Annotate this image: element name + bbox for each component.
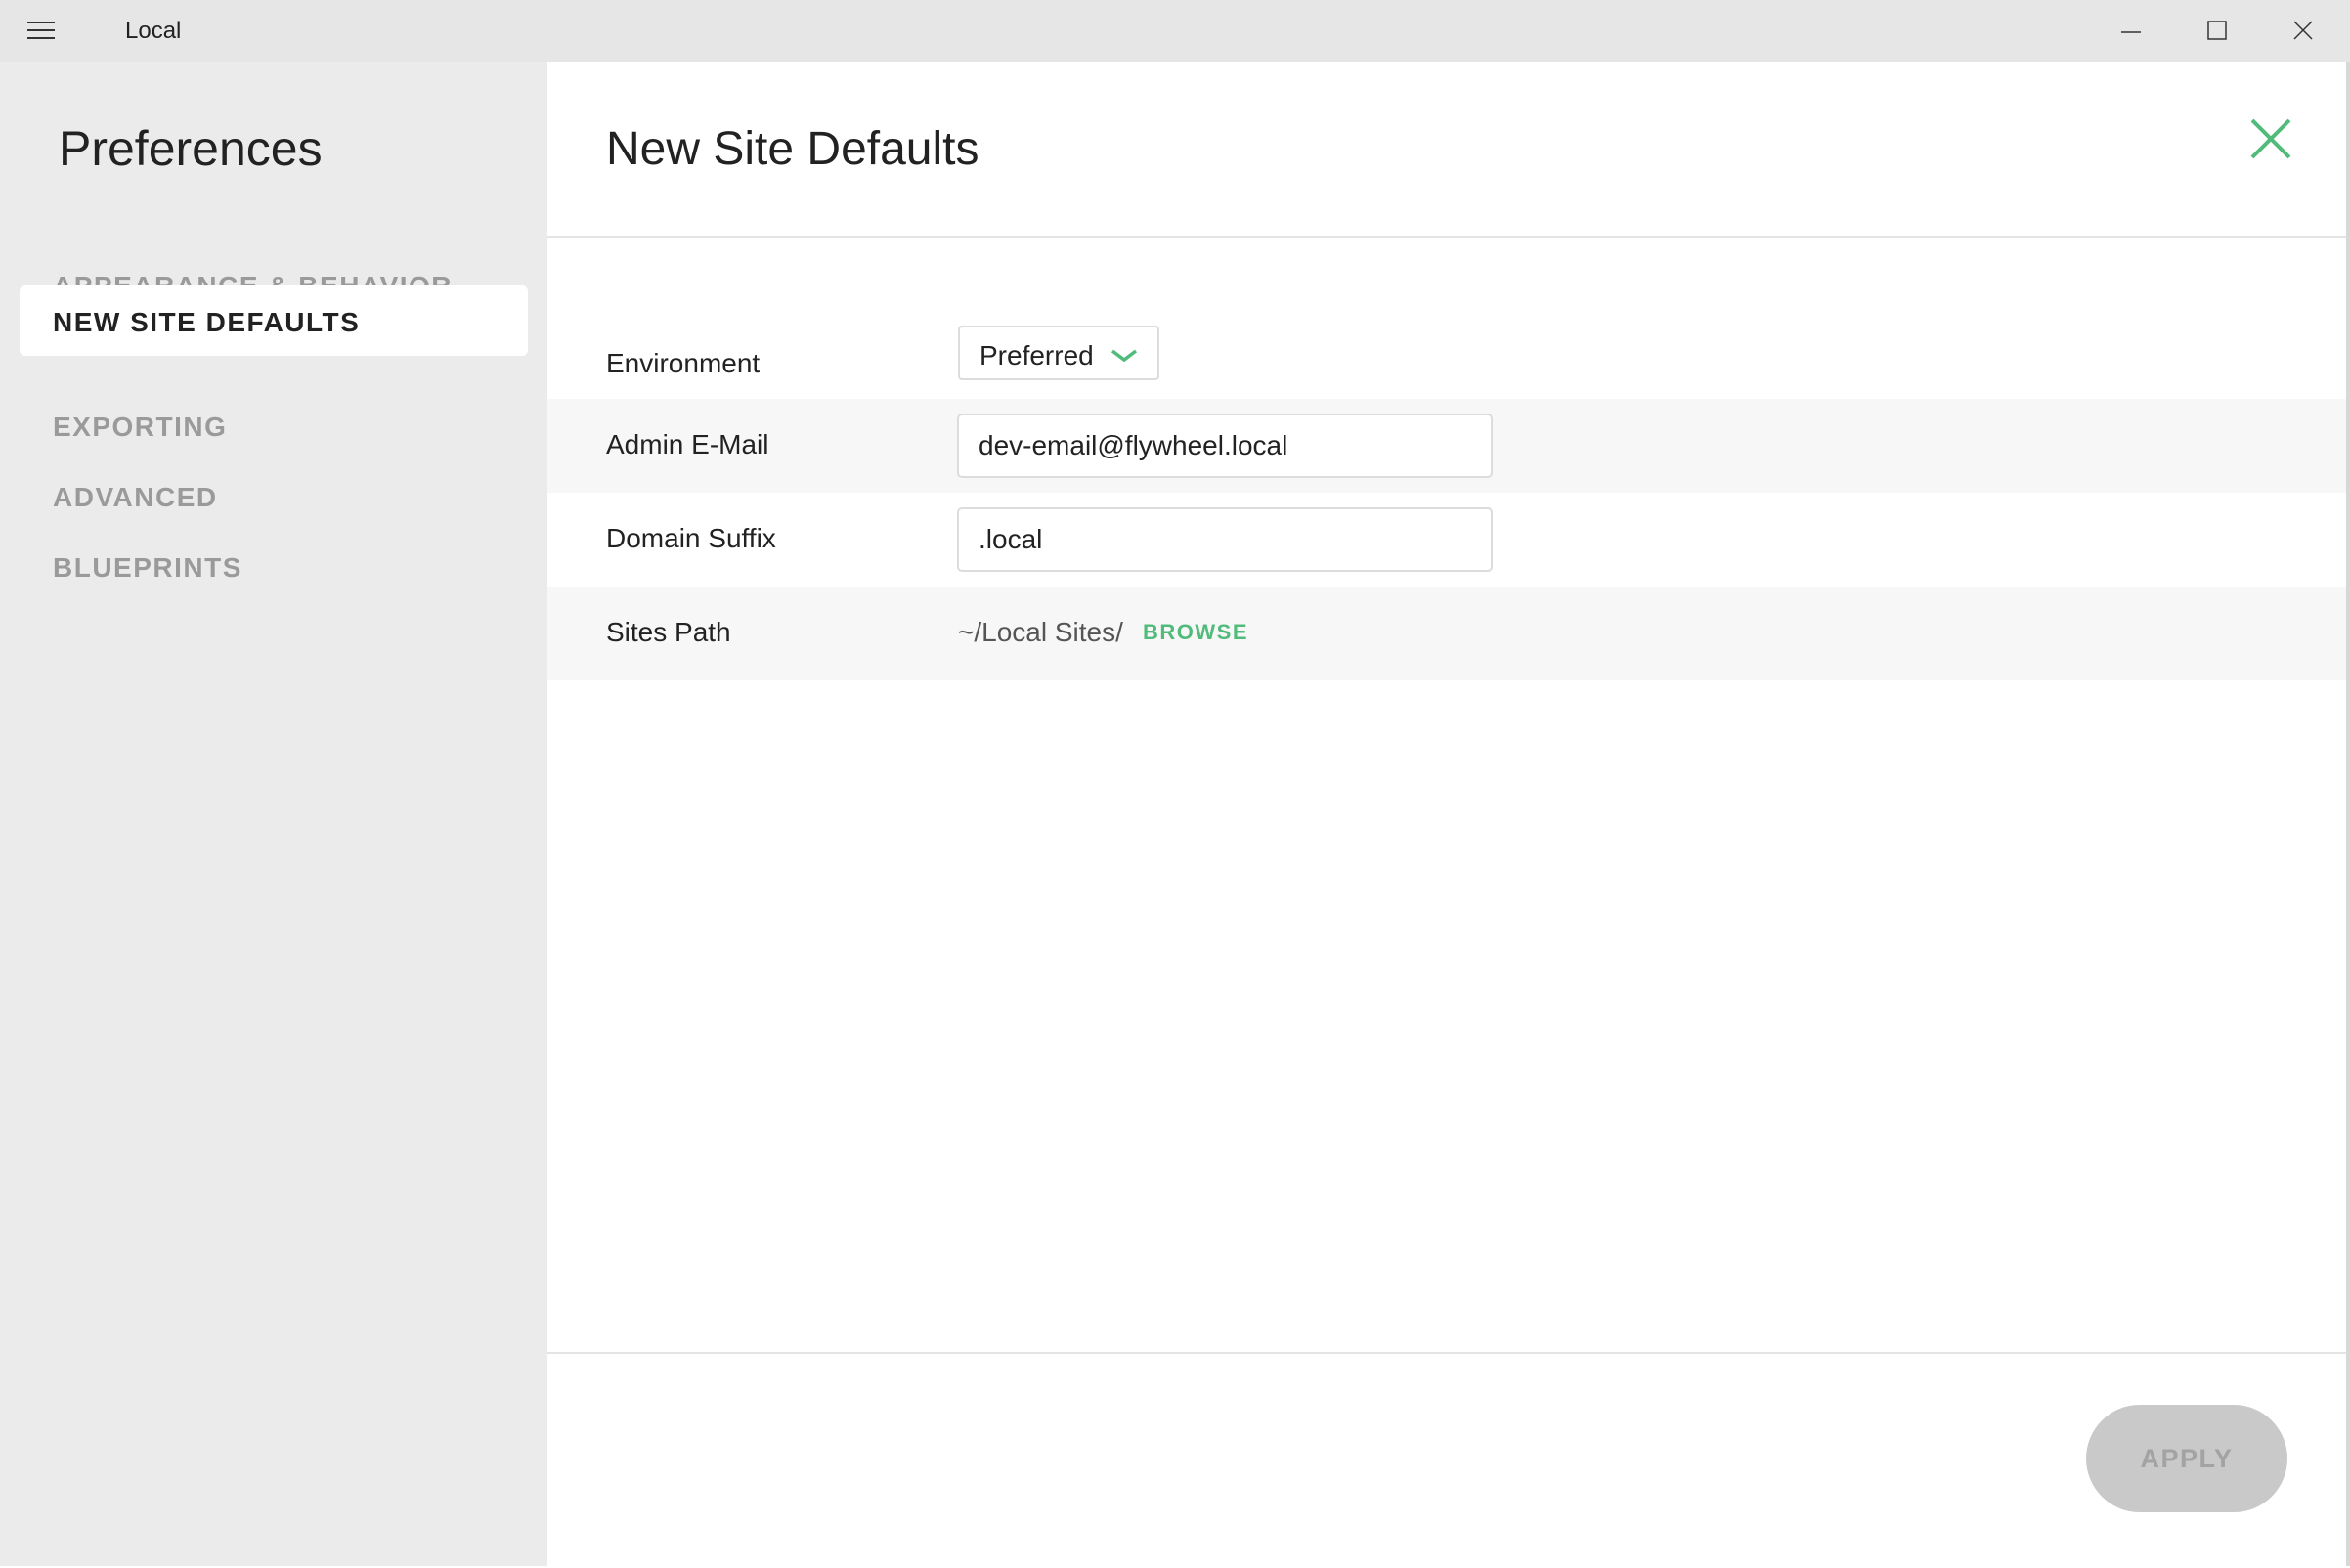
preferences-sidebar: Preferences APPEARANCE & BEHAVIOR NEW SI… (0, 62, 547, 1566)
close-icon (2293, 21, 2313, 40)
environment-row: Environment (547, 318, 2346, 412)
sites-path-label: Sites Path (606, 617, 731, 648)
window-close-button[interactable] (2260, 0, 2346, 62)
close-icon (2248, 116, 2293, 161)
minimize-icon (2121, 21, 2141, 40)
admin-email-label: Admin E-Mail (606, 429, 768, 460)
sidebar-item-label: NEW SITE DEFAULTS (53, 307, 360, 338)
sidebar-item-label: ADVANCED (53, 482, 218, 513)
domain-suffix-label: Domain Suffix (606, 523, 776, 554)
sidebar-item-label: BLUEPRINTS (53, 552, 242, 584)
environment-label: Environment (606, 348, 760, 379)
sidebar-item-blueprints[interactable]: BLUEPRINTS (20, 531, 528, 601)
sidebar-item-label: EXPORTING (53, 412, 227, 443)
browse-button[interactable]: BROWSE (1143, 620, 1248, 645)
admin-email-row: Admin E-Mail (547, 399, 2346, 493)
hamburger-menu-icon[interactable] (27, 22, 57, 41)
sites-path-value: ~/Local Sites/ (958, 617, 1123, 648)
sites-path-row: Sites Path ~/Local Sites/ BROWSE (547, 587, 2346, 680)
sidebar-item-exporting[interactable]: EXPORTING (20, 390, 528, 460)
domain-suffix-row: Domain Suffix (547, 493, 2346, 587)
app-title: Local (125, 18, 181, 45)
maximize-button[interactable] (2174, 0, 2260, 62)
title-bar: Local (0, 0, 2350, 62)
panel-footer: APPLY (547, 1352, 2346, 1568)
chevron-down-icon (1110, 349, 1138, 363)
settings-panel: New Site Defaults Environment Preferred … (547, 62, 2346, 1566)
page-title: New Site Defaults (606, 122, 979, 176)
apply-button[interactable]: APPLY (2086, 1405, 2287, 1512)
admin-email-field[interactable] (957, 414, 1493, 478)
minimize-button[interactable] (2088, 0, 2174, 62)
sidebar-title: Preferences (59, 120, 323, 177)
close-preferences-button[interactable] (2248, 116, 2293, 161)
sidebar-item-advanced[interactable]: ADVANCED (20, 460, 528, 531)
maximize-icon (2207, 21, 2227, 40)
environment-select[interactable]: Preferred (958, 326, 1159, 380)
window-edge (2346, 62, 2350, 1566)
domain-suffix-field[interactable] (957, 507, 1493, 572)
environment-select-value: Preferred (979, 340, 1094, 371)
sidebar-item-new-site-defaults[interactable]: NEW SITE DEFAULTS (20, 285, 528, 356)
panel-header: New Site Defaults (547, 62, 2346, 238)
